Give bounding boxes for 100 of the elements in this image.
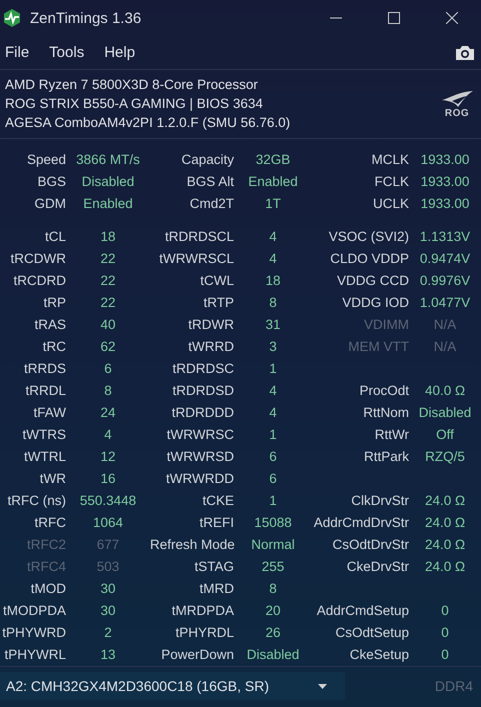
window-title: ZenTimings 1.36 [30, 10, 142, 26]
timing-label: Capacity [180, 152, 234, 166]
timing-label: FCLK [373, 174, 409, 188]
timing-label: VDDG CCD [336, 272, 409, 288]
timing-value: Disabled [418, 404, 472, 420]
timing-value: 24.0 Ω [424, 558, 466, 574]
memory-type: DDR4 [434, 678, 473, 694]
timing-label: tWTRS [22, 426, 66, 442]
timing-value: 1933.00 [420, 152, 470, 166]
timing-label: tMODPDA [2, 602, 66, 618]
timing-value: 12 [99, 448, 117, 464]
timing-label: GDM [34, 196, 66, 210]
timing-value: 677 [96, 536, 120, 552]
timing-label: tRRDL [24, 382, 66, 398]
timing-value: 0 [440, 602, 450, 618]
timing-label: ProcOdt [358, 382, 409, 398]
timing-value: 0 [440, 624, 450, 640]
timing-label: Speed [26, 152, 66, 166]
timing-value: 24.0 Ω [424, 514, 466, 530]
timing-value: 1933.00 [420, 196, 470, 210]
system-info-line: AGESA ComboAM4v2PI 1.2.0.F (SMU 56.76.0) [5, 115, 290, 131]
timing-value: 6 [103, 360, 113, 376]
timing-label: tRFC (ns) [6, 492, 66, 508]
timing-label: MEM VTT [347, 338, 409, 354]
timing-label: RttPark [362, 448, 409, 464]
timing-label: tRFC [34, 514, 66, 530]
caret-icon [318, 684, 327, 688]
timing-label: tRDRDSCL [164, 228, 234, 244]
menu-item[interactable]: File [5, 44, 30, 61]
timing-label: PowerDown [160, 646, 234, 662]
timing-value: 26 [264, 624, 282, 640]
timing-label: CkeDrvStr [346, 558, 409, 574]
timing-label: tRC [42, 338, 66, 354]
timing-value: 40 [99, 316, 117, 332]
timing-value: 4 [103, 426, 113, 442]
timing-value: 255 [260, 558, 286, 574]
system-info-line: AMD Ryzen 7 5800X3D 8-Core Processor [5, 77, 259, 93]
timing-label: tRP [42, 294, 66, 310]
timing-value: 6 [268, 470, 278, 486]
close-icon [446, 12, 458, 24]
timing-value: 0 [440, 646, 450, 662]
system-info-line: ROG STRIX B550-A GAMING | BIOS 3634 [5, 96, 264, 112]
timing-value: Off [435, 426, 455, 442]
timing-value: Enabled [247, 174, 299, 188]
timing-label: CkeSetup [348, 646, 409, 662]
timing-value: 1933.00 [420, 174, 470, 188]
timing-value: 4 [268, 404, 278, 420]
timing-label: VDDG IOD [341, 294, 409, 310]
timing-value: 0.9976V [418, 272, 472, 288]
timing-value: 18 [99, 228, 117, 244]
timing-label: tRTP [202, 294, 234, 310]
timing-label: tWTRL [23, 448, 66, 464]
timing-label: CsOdtDrvStr [331, 536, 409, 552]
timing-value: 2 [103, 624, 113, 640]
timing-value: 1T [264, 196, 282, 210]
timing-label: AddrCmdDrvStr [312, 514, 409, 530]
timing-label: MCLK [370, 152, 409, 166]
timing-value: 40.0 Ω [424, 382, 466, 398]
timing-label: tRDRDDD [170, 404, 234, 420]
timing-label: tMOD [30, 580, 66, 596]
timing-value: 20 [264, 602, 282, 618]
timing-value: 15088 [253, 514, 293, 530]
timing-label: tWRWRDD [165, 470, 234, 486]
timing-value: Enabled [82, 196, 134, 210]
timing-value: 24 [99, 404, 117, 420]
module-select[interactable]: A2: CMH32GX4M2D3600C18 (16GB, SR) [0, 672, 345, 700]
screenshot-button[interactable] [455, 44, 475, 60]
timing-value: 3 [268, 338, 278, 354]
timing-value: 8 [268, 294, 278, 310]
timing-label: tWR [38, 470, 66, 486]
timing-value: 1.0477V [418, 294, 472, 310]
timing-label: BGS [36, 174, 66, 188]
app-icon [2, 8, 22, 28]
timing-label: tCKE [201, 492, 234, 508]
timing-value: RZQ/5 [424, 448, 466, 464]
timing-label: tRFC4 [26, 558, 66, 574]
timing-value: 4 [268, 382, 278, 398]
menu-item[interactable]: Tools [49, 44, 84, 61]
timing-value: 16 [99, 470, 117, 486]
timing-value: 32GB [254, 152, 292, 166]
timing-label: BGS Alt [186, 174, 234, 188]
timing-label: tRDRDSC [171, 360, 234, 376]
logo-text: ROG [444, 108, 470, 118]
timing-label: tMRD [198, 580, 234, 596]
menu-item[interactable]: Help [104, 44, 136, 61]
timing-label: tRDRDSD [171, 382, 234, 398]
timing-value: 31 [264, 316, 282, 332]
timing-label: tSTAG [193, 558, 234, 574]
timing-value: Normal [250, 536, 296, 552]
timing-label: RttWr [374, 426, 409, 442]
timing-value: 22 [99, 272, 117, 288]
timing-label: tRAS [33, 316, 66, 332]
timing-label: ClkDrvStr [350, 492, 409, 508]
timing-value: 3866 MT/s [75, 152, 141, 166]
timing-value: 24.0 Ω [424, 536, 466, 552]
timing-label: tRCDRD [12, 272, 66, 288]
timing-value: 18 [264, 272, 282, 288]
timing-label: tWRRD [187, 338, 234, 354]
timing-value: 22 [99, 294, 117, 310]
maximize-icon [388, 12, 400, 24]
